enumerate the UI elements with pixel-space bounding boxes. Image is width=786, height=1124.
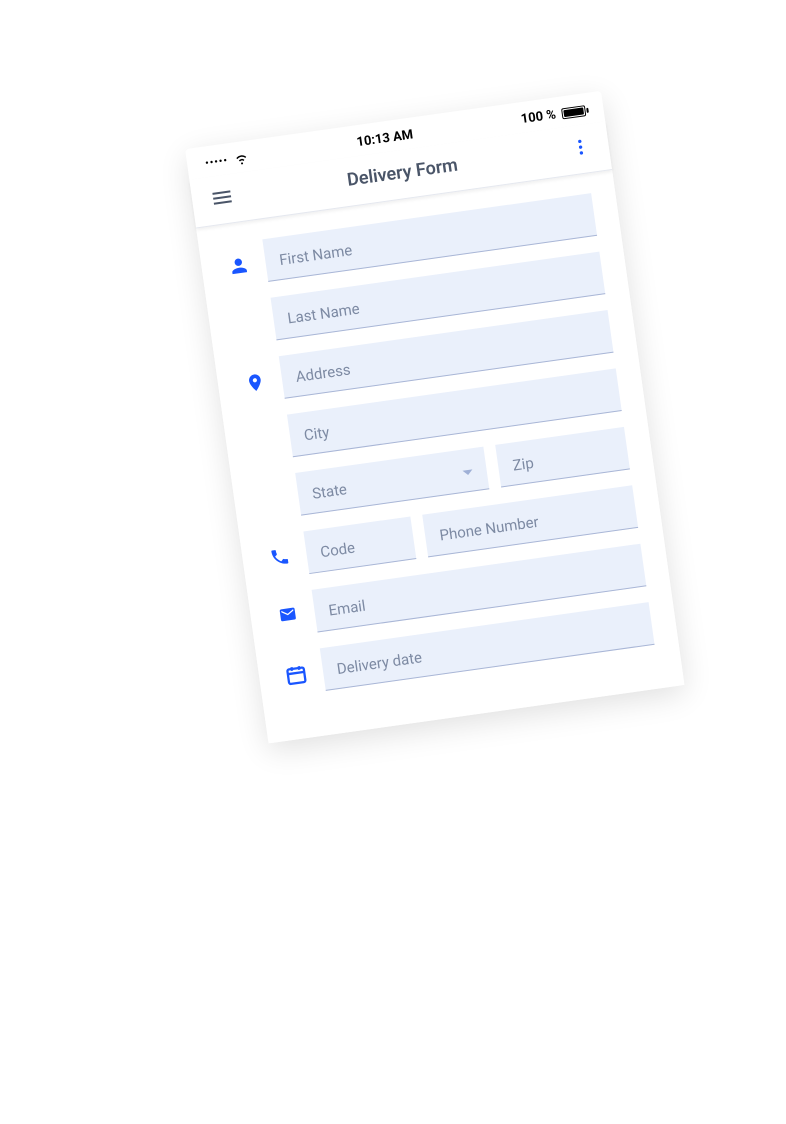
status-time: 10:13 AM [356, 127, 414, 150]
last-name-placeholder: Last Name [286, 300, 360, 328]
delivery-date-placeholder: Delivery date [336, 648, 423, 678]
state-placeholder: State [311, 480, 348, 503]
first-name-placeholder: First Name [278, 241, 353, 269]
hamburger-menu-icon[interactable] [209, 184, 236, 211]
state-select[interactable]: State [295, 447, 490, 516]
battery-percent: 100 % [520, 107, 557, 127]
phone-number-placeholder: Phone Number [438, 513, 539, 545]
city-placeholder: City [303, 423, 331, 444]
form-body: First Name Last Name [196, 170, 684, 743]
location-pin-icon [239, 358, 269, 395]
address-placeholder: Address [295, 360, 352, 385]
phone-code-placeholder: Code [319, 539, 356, 562]
signal-dots-icon: ••••• [205, 155, 229, 169]
zip-placeholder: Zip [511, 454, 534, 475]
email-icon [272, 592, 302, 625]
phone-code-field[interactable]: Code [303, 516, 416, 574]
phone-frame: ••••• 10:13 AM 100 % Delivery Form [185, 91, 684, 744]
chevron-down-icon [463, 469, 474, 475]
calendar-icon [280, 650, 310, 687]
zip-field[interactable]: Zip [496, 427, 630, 488]
email-placeholder: Email [327, 597, 366, 620]
wifi-icon [233, 152, 250, 166]
phone-number-field[interactable]: Phone Number [423, 485, 639, 557]
more-vert-icon[interactable] [569, 136, 592, 159]
battery-icon [561, 105, 586, 119]
person-icon [223, 241, 253, 278]
phone-icon [264, 533, 294, 568]
